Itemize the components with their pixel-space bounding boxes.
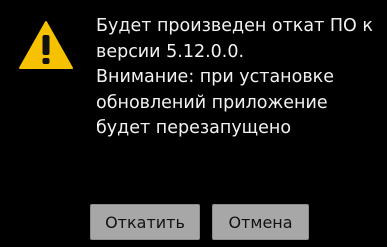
message-line: Будет произведен откат ПО к [96,16,373,36]
dialog-message: Будет произведен откат ПО к версии 5.12.… [96,14,381,142]
cancel-button[interactable]: Отмена [212,204,309,240]
message-line: обновлений приложение [96,92,328,113]
warning-icon [19,21,73,69]
message-line: версии 5.12.0.0. [96,41,245,62]
message-line: будет перезапущено [96,118,292,139]
rollback-confirm-dialog: Будет произведен откат ПО к версии 5.12.… [0,0,387,247]
rollback-button[interactable]: Откатить [90,204,200,240]
message-line: Внимание: при установке [96,67,334,88]
